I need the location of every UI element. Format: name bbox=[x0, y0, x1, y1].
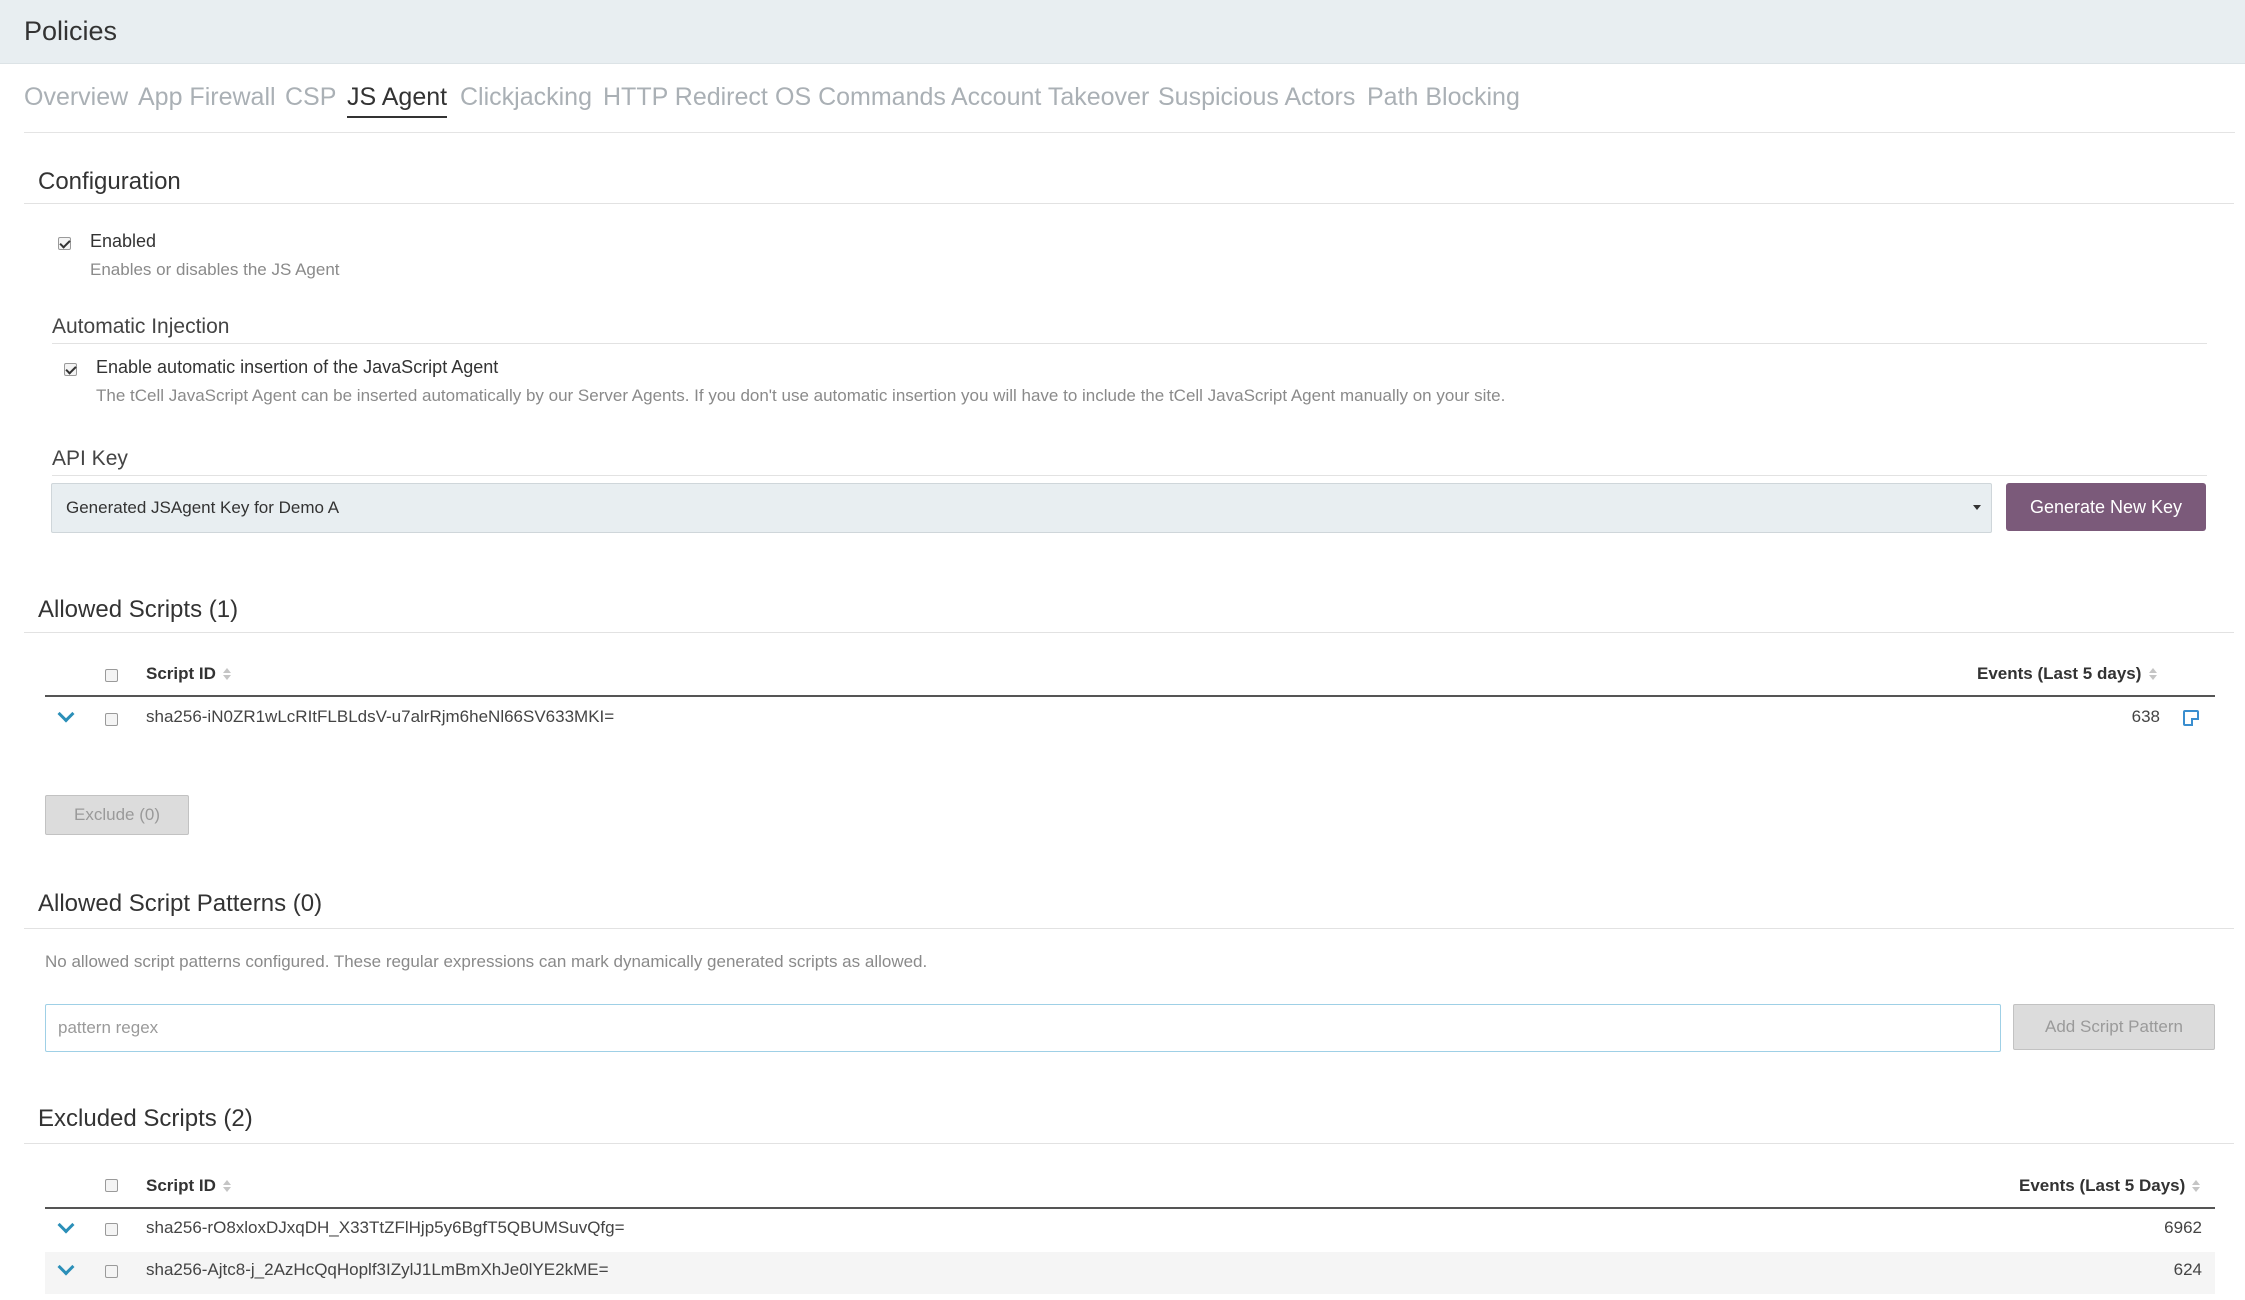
script-id: sha256-Ajtc8-j_2AzHcQqHoplf3IZylJ1LmBmXh… bbox=[146, 1260, 609, 1279]
col-events[interactable]: Events (Last 5 days) bbox=[1977, 664, 2141, 684]
col-script-id[interactable]: Script ID bbox=[146, 664, 216, 684]
row-checkbox[interactable] bbox=[105, 1223, 118, 1236]
section-divider bbox=[24, 632, 2234, 633]
allowed-scripts-title: Allowed Scripts (1) bbox=[38, 596, 239, 623]
section-divider bbox=[24, 928, 2234, 929]
table-header-divider bbox=[45, 1207, 2215, 1209]
tab-http-redirect[interactable]: HTTP Redirect bbox=[603, 83, 768, 112]
caret-down-icon bbox=[1973, 505, 1981, 510]
script-id: sha256-iN0ZR1wLcRItFLBLdsV-u7alrRjm6heNl… bbox=[146, 707, 615, 726]
sort-icon[interactable] bbox=[2192, 1180, 2200, 1192]
configuration-title: Configuration bbox=[38, 168, 181, 195]
events-count: 638 bbox=[2131, 707, 2160, 726]
api-key-select[interactable]: Generated JSAgent Key for Demo A bbox=[51, 483, 1992, 533]
tab-path-blocking[interactable]: Path Blocking bbox=[1367, 83, 1520, 112]
events-count: 624 bbox=[2173, 1260, 2202, 1279]
select-all-excluded-checkbox[interactable] bbox=[105, 1179, 118, 1192]
generate-new-key-button[interactable]: Generate New Key bbox=[2006, 483, 2206, 531]
subsection-divider bbox=[52, 475, 2207, 476]
sort-icon[interactable] bbox=[223, 1180, 231, 1192]
row-checkbox[interactable] bbox=[105, 1265, 118, 1278]
section-divider bbox=[24, 203, 2234, 204]
pattern-regex-input[interactable] bbox=[45, 1004, 2001, 1052]
script-id: sha256-rO8xloxDJxqDH_X33TtZFlHjp5y6BgfT5… bbox=[146, 1218, 625, 1237]
tab-overview[interactable]: Overview bbox=[24, 83, 128, 112]
auto-insertion-label: Enable automatic insertion of the JavaSc… bbox=[96, 357, 499, 377]
enabled-checkbox[interactable] bbox=[58, 237, 71, 250]
col-script-id[interactable]: Script ID bbox=[146, 1176, 216, 1196]
tab-csp[interactable]: CSP bbox=[285, 83, 336, 112]
tab-os-commands[interactable]: OS Commands bbox=[775, 83, 946, 112]
page-header: Policies bbox=[0, 0, 2245, 64]
api-key-selected-value: Generated JSAgent Key for Demo A bbox=[66, 498, 340, 517]
select-all-allowed-checkbox[interactable] bbox=[105, 669, 118, 682]
exclude-button[interactable]: Exclude (0) bbox=[45, 795, 189, 835]
auto-insertion-checkbox[interactable] bbox=[64, 363, 77, 376]
subsection-divider bbox=[52, 343, 2207, 344]
enabled-label: Enabled bbox=[90, 231, 157, 251]
chevron-down-icon[interactable] bbox=[57, 1216, 75, 1234]
chevron-down-icon[interactable] bbox=[57, 1258, 75, 1276]
automatic-injection-title: Automatic Injection bbox=[52, 315, 230, 338]
allowed-patterns-title: Allowed Script Patterns (0) bbox=[38, 890, 323, 917]
tab-js-agent[interactable]: JS Agent bbox=[347, 83, 448, 118]
add-script-pattern-button[interactable]: Add Script Pattern bbox=[2013, 1004, 2215, 1050]
sort-icon[interactable] bbox=[223, 668, 231, 680]
tab-clickjacking[interactable]: Clickjacking bbox=[460, 83, 592, 112]
events-count: 6962 bbox=[2164, 1218, 2202, 1237]
tab-app-firewall[interactable]: App Firewall bbox=[138, 83, 276, 112]
page-title: Policies bbox=[24, 16, 118, 46]
excluded-scripts-title: Excluded Scripts (2) bbox=[38, 1105, 253, 1132]
table-header-divider bbox=[45, 695, 2215, 697]
tab-suspicious-actors[interactable]: Suspicious Actors bbox=[1158, 83, 1355, 112]
api-key-title: API Key bbox=[52, 447, 128, 470]
enabled-help: Enables or disables the JS Agent bbox=[90, 260, 340, 279]
sort-icon[interactable] bbox=[2149, 668, 2157, 680]
policy-tabs: Overview App Firewall CSP JS Agent Click… bbox=[24, 83, 2235, 133]
edit-note-icon[interactable] bbox=[2183, 710, 2199, 726]
tab-account-takeover[interactable]: Account Takeover bbox=[951, 83, 1149, 112]
table-row: sha256-Ajtc8-j_2AzHcQqHoplf3IZylJ1LmBmXh… bbox=[45, 1252, 2215, 1294]
col-events[interactable]: Events (Last 5 Days) bbox=[2019, 1176, 2185, 1196]
chevron-down-icon[interactable] bbox=[57, 705, 75, 723]
row-checkbox[interactable] bbox=[105, 713, 118, 726]
section-divider bbox=[24, 1143, 2234, 1144]
allowed-patterns-empty-text: No allowed script patterns configured. T… bbox=[45, 952, 928, 971]
auto-insertion-help: The tCell JavaScript Agent can be insert… bbox=[96, 386, 1506, 405]
